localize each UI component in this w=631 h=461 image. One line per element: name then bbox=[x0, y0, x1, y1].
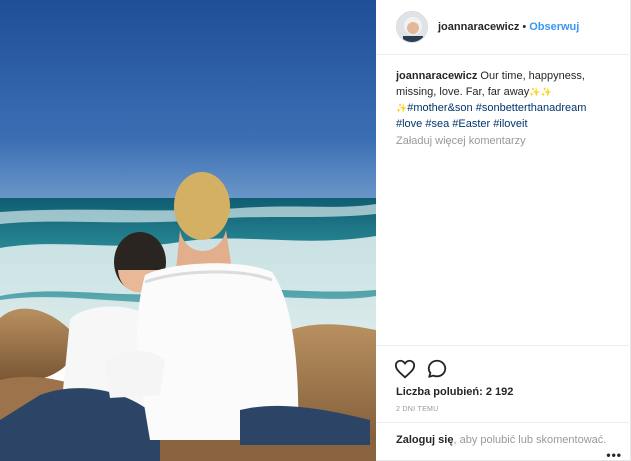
more-dots-icon[interactable]: ••• bbox=[606, 448, 622, 461]
avatar-image bbox=[397, 12, 427, 42]
hashtag-love[interactable]: #love bbox=[396, 118, 422, 130]
post-photo[interactable] bbox=[0, 0, 376, 461]
photo-illustration bbox=[0, 0, 376, 461]
post-timestamp: 2 DNI TEMU bbox=[396, 406, 439, 413]
heart-icon[interactable] bbox=[394, 358, 416, 380]
hashtag-sonbetterthanadream[interactable]: #sonbetterthanadream bbox=[476, 102, 587, 114]
login-prompt: Zaloguj się, aby polubić lub skomentować… bbox=[376, 422, 631, 461]
comment-bubble-icon[interactable] bbox=[426, 358, 448, 380]
caption-username[interactable]: joannaracewicz bbox=[396, 70, 477, 82]
hashtag-easter[interactable]: #Easter bbox=[452, 118, 490, 130]
separator-dot: • bbox=[522, 21, 527, 33]
username-link[interactable]: joannaracewicz bbox=[438, 21, 519, 33]
sparkles-emoji: ✨✨ bbox=[529, 87, 552, 97]
follow-button[interactable]: Obserwuj bbox=[529, 21, 579, 33]
post-side-panel: joannaracewicz • Obserwuj joannaracewicz O… bbox=[376, 0, 631, 461]
hashtag-sea[interactable]: #sea bbox=[425, 118, 449, 130]
login-prompt-text: , aby polubić lub skomentować. bbox=[453, 434, 607, 446]
avatar-icon[interactable] bbox=[396, 11, 428, 43]
login-link[interactable]: Zaloguj się bbox=[396, 434, 453, 446]
likes-count[interactable]: Liczba polubień: 2 192 bbox=[396, 386, 513, 398]
post-header: joannaracewicz • Obserwuj bbox=[376, 0, 631, 55]
load-more-comments-link[interactable]: Załaduj więcej komentarzy bbox=[396, 135, 526, 147]
sparkle-emoji: ✨ bbox=[396, 103, 408, 113]
header-text: joannaracewicz • Obserwuj bbox=[438, 21, 579, 33]
post-caption: joannaracewicz Our time, happyness, miss… bbox=[396, 68, 618, 132]
hashtag-iloveit[interactable]: #iloveit bbox=[493, 118, 527, 130]
hashtag-mother-son[interactable]: #mother&son bbox=[407, 102, 472, 114]
action-bar bbox=[376, 345, 631, 390]
